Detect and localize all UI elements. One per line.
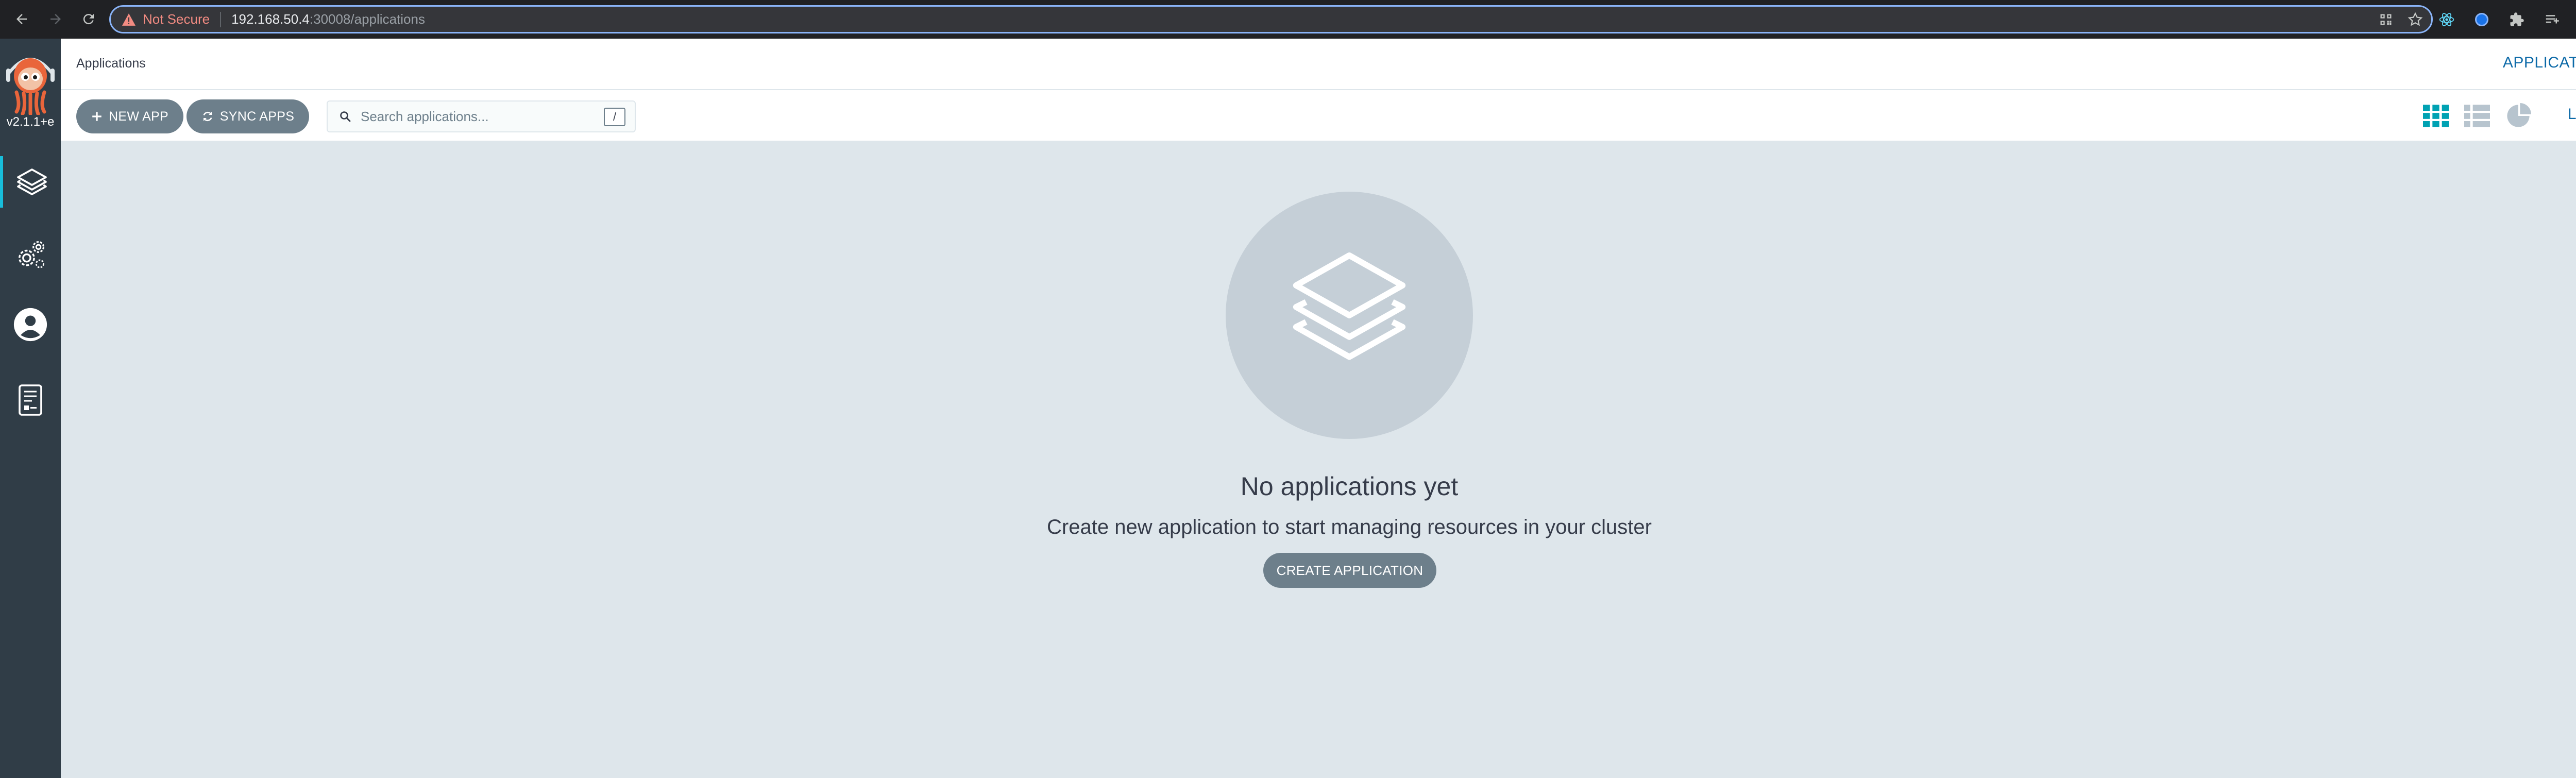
reading-list-icon[interactable] — [2542, 10, 2562, 29]
search-shortcut-key: / — [604, 108, 625, 126]
plus-icon — [92, 112, 101, 121]
security-label[interactable]: Not Secure — [143, 11, 210, 27]
empty-state-title: No applications yet — [1240, 472, 1459, 501]
docs-icon — [19, 384, 42, 416]
reload-button[interactable] — [73, 4, 104, 35]
forward-button[interactable] — [40, 4, 71, 35]
extension-blue-icon[interactable] — [2472, 10, 2492, 29]
sync-icon — [203, 111, 212, 122]
layers-icon — [17, 168, 47, 195]
empty-state-subtitle: Create new application to start managing… — [1047, 516, 1652, 538]
search-icon — [340, 111, 351, 122]
argo-logo-icon[interactable] — [5, 48, 56, 116]
qr-code-icon[interactable] — [2379, 12, 2393, 27]
page-title: Applications — [76, 56, 146, 71]
url-host: 192.168.50.4 — [231, 11, 310, 27]
create-application-button[interactable]: CREATE APPLICATION — [1263, 553, 1436, 588]
new-app-button[interactable]: NEW APP — [76, 99, 183, 133]
back-button[interactable] — [6, 4, 37, 35]
new-app-label: NEW APP — [108, 109, 169, 124]
bookmark-star-icon[interactable] — [2408, 12, 2423, 27]
breadcrumb-applications[interactable]: APPLICATIONS — [2503, 54, 2576, 72]
applications-main: No applications yet Create new applicati… — [61, 142, 2576, 778]
sync-apps-button[interactable]: SYNC APPS — [187, 99, 309, 133]
applications-toolbar: NEW APP SYNC APPS / — [61, 90, 2576, 142]
sync-apps-label: SYNC APPS — [219, 109, 295, 124]
page-header: Applications APPLICATIONS — [61, 39, 2576, 90]
gears-icon — [19, 241, 45, 268]
extensions-puzzle-icon[interactable] — [2507, 10, 2527, 29]
logout-link[interactable]: Log out — [2568, 106, 2576, 123]
tiles-view-icon[interactable] — [2420, 100, 2451, 131]
list-view-icon[interactable] — [2462, 100, 2493, 131]
version-label: v2.1.1+e — [6, 115, 55, 129]
search-input[interactable] — [360, 108, 597, 125]
arrow-left-icon — [16, 14, 27, 24]
url-path: :30008/applications — [309, 11, 425, 27]
arrow-right-icon — [50, 14, 61, 24]
user-circle-icon — [13, 308, 47, 342]
layers-icon — [1293, 252, 1406, 360]
sidebar: v2.1.1+e — [0, 39, 61, 778]
react-devtools-icon[interactable] — [2437, 10, 2456, 29]
empty-state-illustration — [1226, 192, 1473, 439]
sidebar-item-applications[interactable] — [0, 156, 61, 208]
warning-icon — [122, 13, 135, 26]
sidebar-item-settings[interactable] — [0, 229, 61, 281]
sidebar-item-docs[interactable] — [0, 375, 61, 427]
reload-icon — [83, 14, 94, 25]
search-box[interactable]: / — [327, 100, 636, 132]
sidebar-item-user-info[interactable] — [0, 299, 61, 350]
summary-view-icon[interactable] — [2503, 100, 2534, 131]
browser-toolbar: Not Secure 192.168.50.4:30008/applicatio… — [0, 0, 2576, 39]
address-bar[interactable]: Not Secure 192.168.50.4:30008/applicatio… — [109, 5, 2433, 33]
omnibox-divider — [220, 11, 222, 27]
